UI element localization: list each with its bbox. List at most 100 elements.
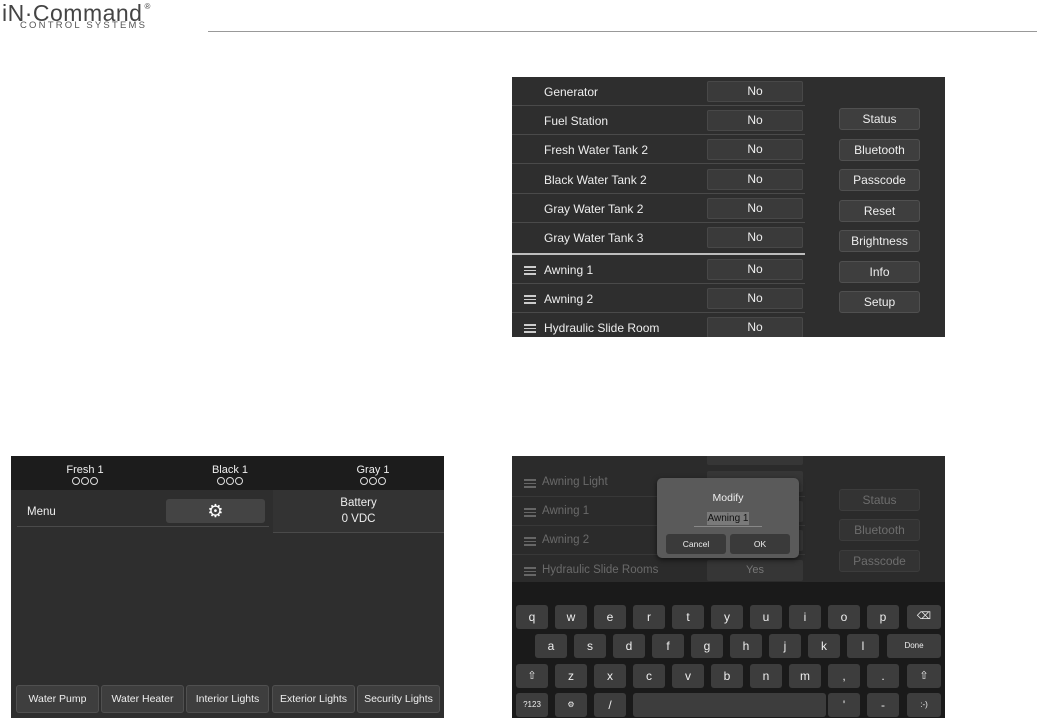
key-q[interactable]: q [516,605,548,629]
key-n[interactable]: n [750,664,782,688]
row-value-toggle[interactable]: No [707,169,803,190]
row-value-toggle[interactable]: No [707,81,803,102]
key-o[interactable]: o [828,605,860,629]
info-button[interactable]: Info [839,261,920,283]
key-v[interactable]: v [672,664,704,688]
settings-row[interactable]: Awning 2 No [512,284,805,313]
header-divider [208,31,1037,32]
row-label: Awning 1 [544,263,594,277]
main-screen: Fresh 1 Black 1 Gray 1 Menu ⚙ Battery 0 … [11,456,444,718]
key-s[interactable]: s [574,634,606,658]
key-u[interactable]: u [750,605,782,629]
backspace-key[interactable]: ⌫ [907,605,941,629]
key-dash[interactable]: - [867,693,899,717]
key-e[interactable]: e [594,605,626,629]
brand-subtitle: CONTROL SYSTEMS [20,20,148,31]
key-g[interactable]: g [691,634,723,658]
shift-key-right[interactable]: ⇧ [907,664,941,688]
key-h[interactable]: h [730,634,762,658]
key-i[interactable]: i [789,605,821,629]
row-label: Awning Light [542,476,608,488]
key-k[interactable]: k [808,634,840,658]
shift-icon: ⇧ [527,670,537,682]
settings-row[interactable]: Hydraulic Slide Room No [512,313,805,337]
bluetooth-button[interactable]: Bluetooth [839,139,920,161]
key-r[interactable]: r [633,605,665,629]
space-key[interactable] [633,693,826,717]
drag-handle-icon[interactable] [524,295,536,304]
settings-row[interactable]: Gray Water Tank 2 No [512,194,805,223]
menu-label: Menu [27,506,56,518]
gear-icon: ⚙ [207,501,224,521]
settings-row[interactable]: Fresh Water Tank 2 No [512,135,805,164]
drag-handle-icon [524,508,536,519]
key-t[interactable]: t [672,605,704,629]
done-key[interactable]: Done [887,634,941,658]
key-period[interactable]: . [867,664,899,688]
row-value-toggle[interactable]: No [707,227,803,248]
settings-row[interactable]: Gray Water Tank 3 No [512,223,805,252]
passcode-button[interactable]: Passcode [839,169,920,191]
water-heater-button[interactable]: Water Heater [101,685,184,713]
settings-row[interactable]: Fuel Station No [512,106,805,135]
exterior-lights-button[interactable]: Exterior Lights [272,685,355,713]
modify-screen: Awning Light Awning 1 Awning 2 Hydraulic… [512,456,945,718]
drag-handle-icon [524,479,536,490]
key-w[interactable]: w [555,605,587,629]
key-b[interactable]: b [711,664,743,688]
key-z[interactable]: z [555,664,587,688]
key-slash[interactable]: / [594,693,626,717]
key-comma[interactable]: , [828,664,860,688]
row-value-toggle[interactable]: No [707,317,803,337]
key-j[interactable]: j [769,634,801,658]
tank-black: Black 1 [200,464,260,488]
key-l[interactable]: l [847,634,879,658]
row-value-toggle: Yes [707,560,803,581]
tank-label: Gray 1 [356,464,390,476]
row-label: Awning 1 [542,505,590,517]
settings-row[interactable]: Black Water Tank 2 No [512,165,805,194]
cancel-button[interactable]: Cancel [666,534,726,554]
row-value-toggle[interactable]: No [707,259,803,280]
reset-button[interactable]: Reset [839,200,920,222]
key-f[interactable]: f [652,634,684,658]
setup-button[interactable]: Setup [839,291,920,313]
row-value-toggle[interactable]: No [707,198,803,219]
key-x[interactable]: x [594,664,626,688]
settings-row[interactable]: Generator No [512,77,805,106]
key-a[interactable]: a [535,634,567,658]
row-value-toggle[interactable]: No [707,110,803,131]
name-input[interactable]: Awning 1 [707,512,749,525]
status-button: Status [839,489,920,511]
settings-button[interactable]: ⚙ [166,499,265,523]
row-label: Awning 2 [542,534,590,546]
brightness-button[interactable]: Brightness [839,230,920,252]
drag-handle-icon[interactable] [524,324,536,333]
key-p[interactable]: p [867,605,899,629]
settings-key[interactable]: ⚙ [555,693,587,717]
tank-label: Fresh 1 [66,464,104,476]
shift-icon: ⇧ [919,670,929,682]
row-value-toggle[interactable]: No [707,139,803,160]
ok-button[interactable]: OK [730,534,790,554]
interior-lights-button[interactable]: Interior Lights [186,685,269,713]
drag-handle-icon[interactable] [524,266,536,275]
row-label: Hydraulic Slide Room [544,321,660,335]
row-label: Awning 2 [544,292,594,306]
security-lights-button[interactable]: Security Lights [357,685,440,713]
key-m[interactable]: m [789,664,821,688]
row-label: Fuel Station [544,114,609,128]
water-pump-button[interactable]: Water Pump [16,685,99,713]
shift-key[interactable]: ⇧ [516,664,548,688]
status-button[interactable]: Status [839,108,920,130]
key-d[interactable]: d [613,634,645,658]
smiley-key[interactable]: :-) [907,693,941,717]
key-c[interactable]: c [633,664,665,688]
row-value-toggle[interactable]: No [707,288,803,309]
symbols-key[interactable]: ?123 [516,693,548,717]
bluetooth-button: Bluetooth [839,519,920,541]
settings-row[interactable]: Awning 1 No [512,255,805,284]
key-y[interactable]: y [711,605,743,629]
tank-fresh: Fresh 1 [55,464,115,488]
key-apostrophe[interactable]: ' [828,693,860,717]
